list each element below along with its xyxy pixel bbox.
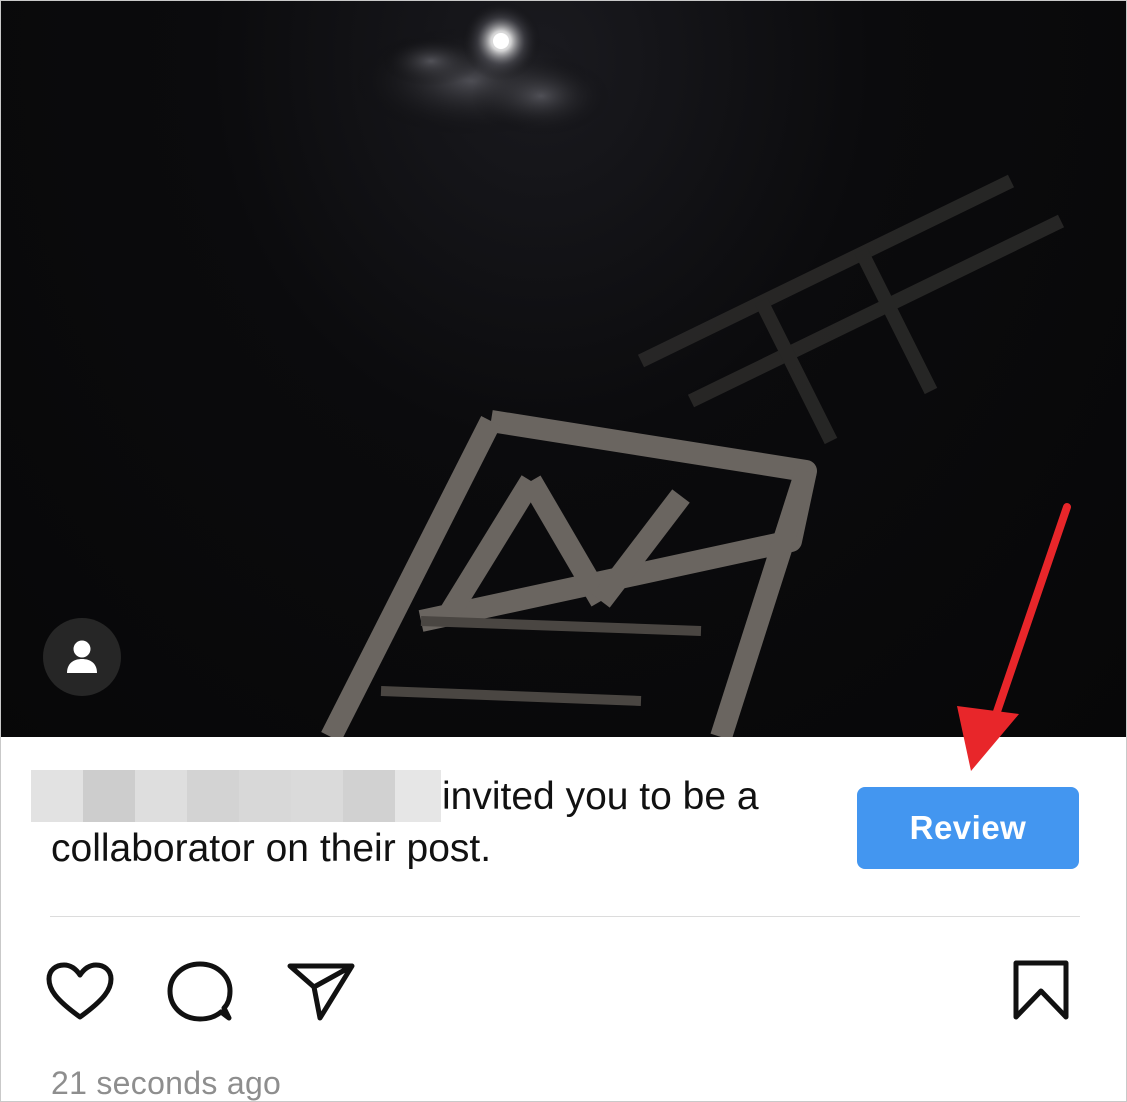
tag-people-button[interactable] <box>43 618 121 696</box>
collaboration-invite-text: invited you to be a collaborator on thei… <box>51 775 759 870</box>
heart-icon <box>46 962 114 1020</box>
post-actions-bar <box>1 951 1126 1031</box>
bookmark-icon <box>1013 960 1069 1020</box>
like-button[interactable] <box>45 961 115 1028</box>
comment-bubble-icon <box>167 961 233 1022</box>
night-scene-image <box>321 1 1065 737</box>
person-icon <box>67 640 97 673</box>
post-photo[interactable] <box>1 1 1126 737</box>
post-timestamp: 21 seconds ago <box>51 1065 282 1101</box>
comment-button[interactable] <box>166 960 236 1029</box>
share-button[interactable] <box>286 960 356 1027</box>
paper-plane-icon <box>287 963 355 1021</box>
divider <box>50 916 1080 917</box>
post-card: invited you to be a collaborator on thei… <box>0 0 1127 1102</box>
review-button[interactable]: Review <box>857 787 1079 869</box>
save-button[interactable] <box>1011 959 1071 1028</box>
